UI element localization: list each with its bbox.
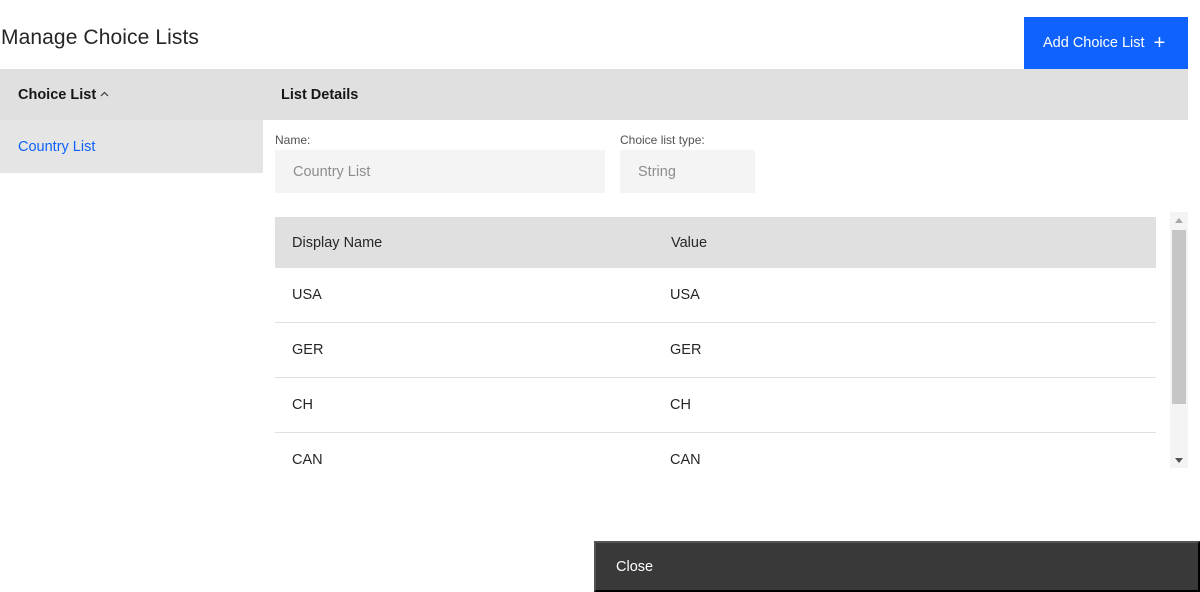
- choice-list-header-label: Choice List: [18, 86, 97, 103]
- table-row[interactable]: USA USA: [275, 268, 1156, 323]
- table-row[interactable]: CH CH: [275, 378, 1156, 433]
- value-cell: USA: [670, 287, 700, 303]
- choice-list-type-field[interactable]: String: [620, 150, 755, 193]
- add-choice-list-button[interactable]: Add Choice List +: [1024, 17, 1188, 69]
- column-header-value: Value: [671, 234, 708, 251]
- sidebar-item-label: Country List: [18, 138, 96, 155]
- close-button-label: Close: [616, 558, 654, 575]
- add-choice-list-label: Add Choice List: [1043, 35, 1145, 51]
- table-scrollbar[interactable]: [1170, 212, 1188, 468]
- name-label: Name:: [275, 133, 311, 147]
- display-name-cell: CH: [292, 397, 313, 413]
- plus-icon: +: [1153, 32, 1166, 54]
- sort-ascending-icon[interactable]: [100, 89, 109, 100]
- choice-list-type-label: Choice list type:: [620, 133, 705, 147]
- display-name-cell: CAN: [292, 452, 323, 468]
- display-name-cell: GER: [292, 342, 324, 358]
- sidebar-item-country-list[interactable]: Country List: [0, 120, 263, 173]
- name-field[interactable]: Country List: [275, 150, 605, 193]
- column-header-display-name: Display Name: [292, 234, 383, 251]
- page-title: Manage Choice Lists: [1, 26, 200, 49]
- table-row[interactable]: CAN CAN: [275, 433, 1156, 488]
- scrollbar-thumb[interactable]: [1172, 230, 1186, 404]
- display-name-cell: USA: [292, 287, 322, 303]
- header-bar: Choice List List Details: [0, 69, 1188, 120]
- value-cell: CAN: [670, 452, 701, 468]
- choice-list-column-header[interactable]: Choice List: [18, 69, 109, 120]
- value-cell: GER: [670, 342, 702, 358]
- list-details-header: List Details: [281, 86, 359, 103]
- scroll-up-arrow-icon[interactable]: [1170, 212, 1188, 228]
- value-cell: CH: [670, 397, 691, 413]
- table-row[interactable]: GER GER: [275, 323, 1156, 378]
- close-button[interactable]: Close: [594, 541, 1200, 592]
- table-header: Display Name Value: [275, 217, 1156, 268]
- scroll-down-arrow-icon[interactable]: [1170, 452, 1188, 468]
